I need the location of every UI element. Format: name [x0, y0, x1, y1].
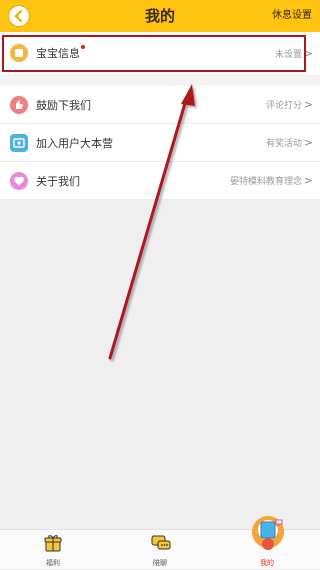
tab-mine[interactable]: 我的: [214, 516, 320, 570]
chat-icon: [151, 535, 171, 550]
tab-label: 陪聊: [153, 559, 167, 567]
annotation-arrow: [108, 84, 195, 360]
bottom-tab-bar: 福利 陪聊 我的: [0, 516, 320, 570]
tab-label: 我的: [260, 559, 274, 567]
avatar-icon: [252, 516, 284, 550]
gift-icon: [44, 535, 62, 552]
tab-chat[interactable]: 陪聊: [107, 530, 213, 570]
tab-label: 福利: [46, 559, 60, 567]
tab-welfare[interactable]: 福利: [0, 530, 106, 570]
